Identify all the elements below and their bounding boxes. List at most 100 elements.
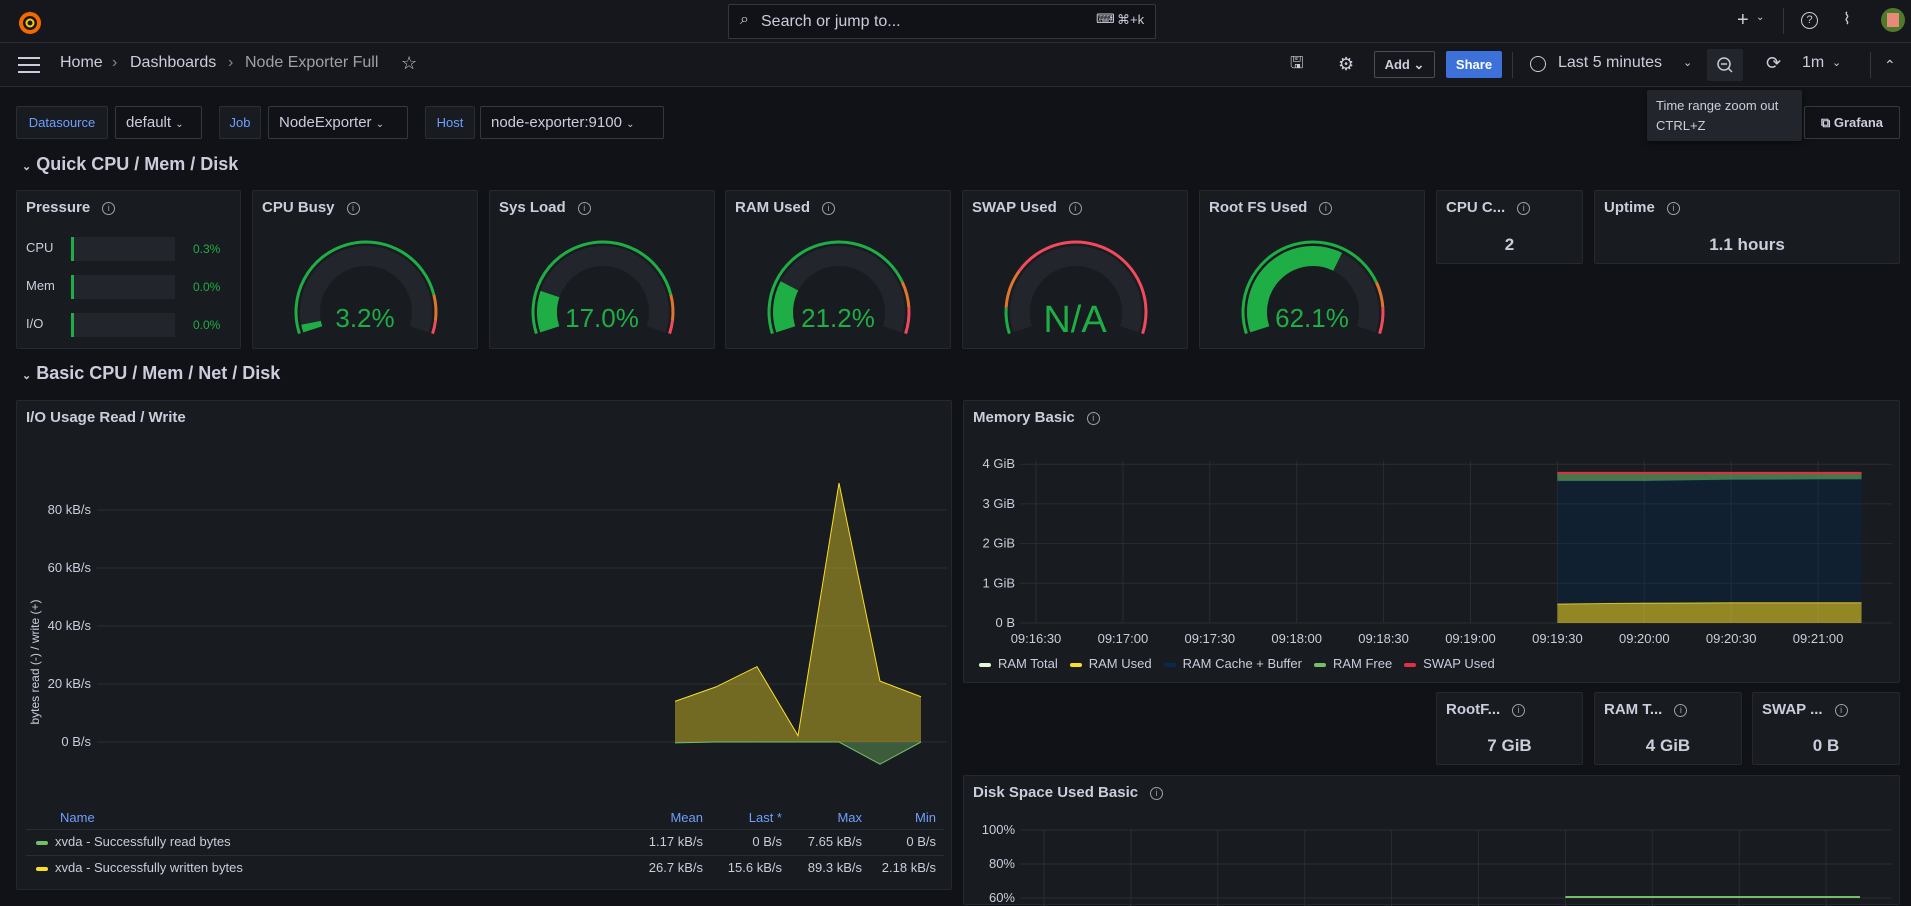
avatar[interactable] [1881,8,1905,32]
breadcrumb-current: Node Exporter Full [245,54,378,72]
memory-chart[interactable]: 0 B1 GiB2 GiB3 GiB4 GiB09:16:3009:17:000… [964,401,1901,684]
info-icon[interactable]: i [1667,202,1680,215]
gauge-panel: CPU Busyi3.2% [252,190,478,349]
x-tick-label: 09:19:30 [1532,631,1583,646]
legend-header[interactable]: Mean [613,810,703,825]
disk-space-used-panel: Disk Space Used Basici 100%80%60% [963,775,1900,905]
legend-item[interactable]: RAM Used [1070,656,1152,671]
x-tick-label: 09:20:30 [1706,631,1757,646]
legend-row[interactable]: xvda - Successfully written bytes [36,860,243,875]
pressure-bar [71,275,175,299]
pressure-value: 0.0% [193,318,220,332]
x-tick-label: 09:18:00 [1271,631,1322,646]
info-icon[interactable]: i [1512,704,1525,717]
stat-value: 1.1 hours [1595,235,1899,255]
series-swatch [36,841,48,845]
divider [1783,8,1784,34]
pressure-bar-fill [71,237,74,261]
legend-value: 26.7 kB/s [613,860,703,875]
refresh-icon[interactable]: ⟳ [1766,54,1781,72]
y-tick-label: 3 GiB [982,496,1015,511]
chevron-down-icon: ⌄ [22,370,31,382]
y-tick-label: 0 B/s [61,734,91,749]
legend-value: 0 B/s [846,834,936,849]
add-button[interactable]: Add ⌄ [1374,51,1435,78]
legend-value: 15.6 kB/s [692,860,782,875]
legend-header[interactable]: Min [846,810,936,825]
rootfs-total-panel: RootF...i7 GiB [1436,692,1583,765]
clock-icon [1530,56,1546,72]
stat-value: 7 GiB [1437,736,1582,756]
y-tick-label: 2 GiB [982,536,1015,551]
chevron-down-icon[interactable]: ⌄ [1683,56,1692,69]
info-icon[interactable]: i [1674,704,1687,717]
save-icon[interactable]: 🖫 [1290,56,1304,72]
breadcrumb-separator: › [112,54,117,72]
grafana-link-button[interactable]: ⧉ Grafana [1804,106,1900,139]
pressure-bar-fill [71,275,74,299]
menu-icon[interactable] [18,57,40,73]
search-icon: ⌕ [740,12,749,28]
job-select[interactable]: NodeExporter ⌄ [268,106,408,139]
gauge-value: 3.2% [253,303,477,334]
share-button[interactable]: Share [1446,51,1502,78]
row-quick-cpu-mem-disk[interactable]: ⌄ Quick CPU / Mem / Disk [22,154,238,175]
io-chart[interactable]: 0 B/s20 kB/s40 kB/s60 kB/s80 kB/s [17,401,953,801]
legend-header-name[interactable]: Name [60,810,95,825]
pressure-bar-fill [71,313,74,337]
legend-header[interactable]: Last * [692,810,782,825]
plus-icon[interactable]: + [1737,10,1749,30]
y-tick-label: 40 kB/s [48,618,92,633]
chevron-down-icon[interactable]: ⌄ [1832,56,1841,69]
memory-legend: RAM Total RAM Used RAM Cache + Buffer RAM F… [979,655,1507,671]
info-icon[interactable]: i [102,202,115,215]
x-tick-label: 09:18:30 [1358,631,1409,646]
zoom-out-button[interactable] [1707,49,1743,81]
rss-icon[interactable]: ⌇ [1843,12,1851,28]
help-icon[interactable]: ? [1801,12,1818,29]
series-area [1557,479,1861,604]
gear-icon[interactable]: ⚙ [1338,55,1354,73]
star-icon[interactable]: ☆ [401,54,417,72]
series-area [1557,603,1861,623]
grafana-logo[interactable] [18,9,42,35]
divider [26,829,944,830]
gauge-value: 17.0% [490,303,714,334]
legend-row[interactable]: xvda - Successfully read bytes [36,834,231,849]
time-range-picker[interactable]: Last 5 minutes [1558,54,1662,72]
collapse-icon[interactable]: ⌃ [1884,57,1896,74]
pressure-label: I/O [26,316,43,331]
refresh-interval-picker[interactable]: 1m [1802,54,1824,72]
breadcrumb-dashboards[interactable]: Dashboards [130,54,216,72]
pressure-value: 0.3% [193,242,220,256]
row-basic-cpu-mem-net-disk[interactable]: ⌄ Basic CPU / Mem / Net / Disk [22,363,280,384]
search-input[interactable]: Search or jump to... [728,4,1156,39]
x-tick-label: 09:21:00 [1793,631,1844,646]
info-icon[interactable]: i [1835,704,1848,717]
series-area [675,483,921,742]
legend-item[interactable]: RAM Free [1314,656,1392,671]
breadcrumb-home[interactable]: Home [60,54,103,72]
host-select[interactable]: node-exporter:9100 ⌄ [480,106,664,139]
divider [26,855,944,856]
gauge-panel: SWAP UsediN/A [962,190,1188,349]
pressure-label: CPU [26,240,53,255]
y-tick-label: 4 GiB [982,456,1015,471]
uptime-panel: Uptimei1.1 hours [1594,190,1900,264]
divider [1512,52,1513,78]
legend-item[interactable]: RAM Total [979,656,1058,671]
info-icon[interactable]: i [1517,202,1530,215]
y-tick-label: 60 kB/s [48,560,92,575]
pressure-label: Mem [26,278,55,293]
y-tick-label: 0 B [995,615,1015,630]
legend-item[interactable]: RAM Cache + Buffer [1164,656,1302,671]
keyboard-icon: ⌨ [1096,11,1115,27]
gauge-value: N/A [963,299,1187,342]
y-tick-label: 1 GiB [982,575,1015,590]
legend-item[interactable]: SWAP Used [1404,656,1495,671]
chevron-down-icon[interactable]: ⌄ [1756,13,1764,23]
gauge-value: 21.2% [726,303,950,334]
x-tick-label: 09:17:30 [1184,631,1235,646]
datasource-select[interactable]: default ⌄ [115,106,202,139]
disk-chart[interactable]: 100%80%60% [964,776,1901,906]
